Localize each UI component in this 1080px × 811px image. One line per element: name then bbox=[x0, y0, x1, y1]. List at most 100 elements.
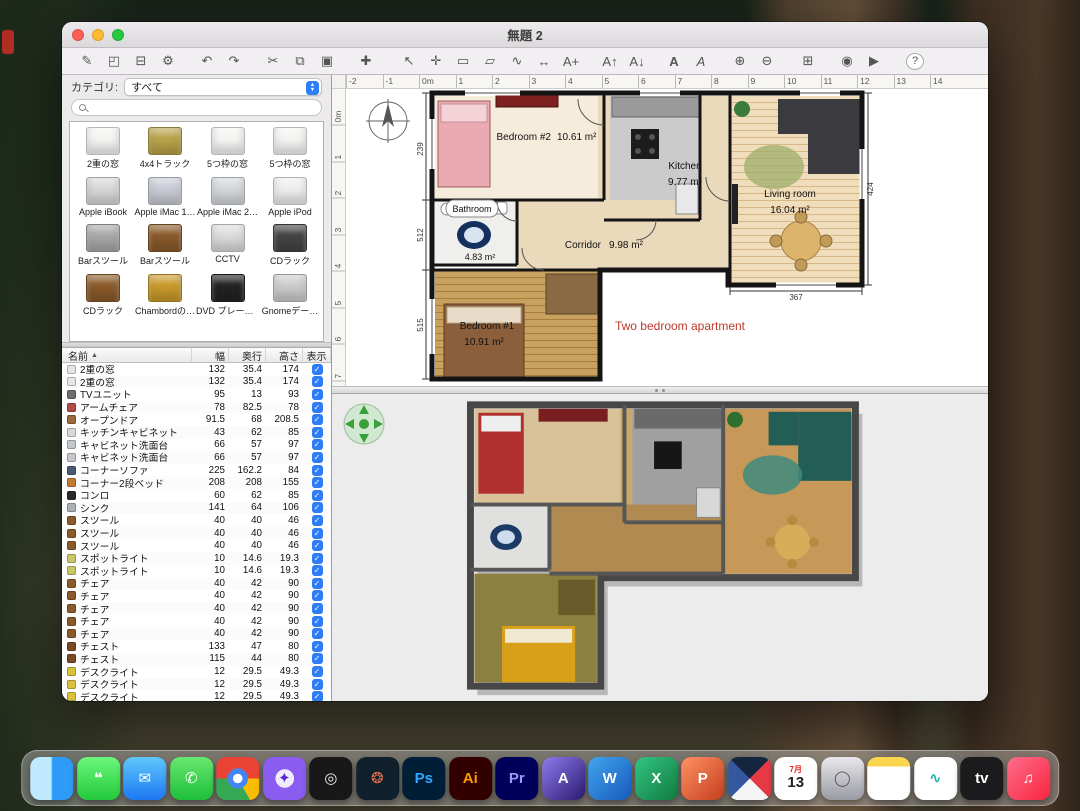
create-video-button[interactable]: ▶ bbox=[865, 51, 883, 71]
search-input[interactable] bbox=[91, 102, 314, 113]
dock-powerpoint[interactable]: P bbox=[681, 757, 724, 800]
fridge[interactable] bbox=[676, 184, 698, 214]
visible-checkbox[interactable]: ✓ bbox=[312, 666, 323, 677]
dock-davinci-resolve[interactable]: ❂ bbox=[356, 757, 399, 800]
plant[interactable] bbox=[734, 101, 750, 117]
column-width[interactable]: 幅 bbox=[192, 348, 229, 362]
table-row[interactable]: チェア 40 42 90 ✓ bbox=[62, 615, 331, 628]
table-row[interactable]: スツール 40 40 46 ✓ bbox=[62, 527, 331, 540]
tv[interactable] bbox=[732, 184, 738, 224]
visible-checkbox[interactable]: ✓ bbox=[312, 616, 323, 627]
dining-table[interactable] bbox=[781, 221, 821, 261]
dock-apple-tv[interactable]: tv bbox=[960, 757, 1003, 800]
catalog-item[interactable]: DVD プレーヤ… bbox=[196, 274, 259, 317]
dock-red-blue-app[interactable] bbox=[728, 757, 771, 800]
visible-checkbox[interactable]: ✓ bbox=[312, 465, 323, 476]
redo-button[interactable]: ↷ bbox=[225, 51, 243, 71]
add-text-button[interactable]: A+ bbox=[562, 51, 580, 71]
create-walls-button[interactable]: ▭ bbox=[454, 51, 472, 71]
dock-excel[interactable]: X bbox=[635, 757, 678, 800]
dock-word[interactable]: W bbox=[588, 757, 631, 800]
dock-music[interactable]: ♫ bbox=[1007, 757, 1050, 800]
catalog-item[interactable]: Apple iPod bbox=[259, 177, 321, 217]
dock-final-cut-pro[interactable]: ✦ bbox=[263, 757, 306, 800]
table-row[interactable]: アームチェア 78 82.5 78 ✓ bbox=[62, 401, 331, 414]
pan-tool-button[interactable]: ✛ bbox=[427, 51, 445, 71]
3d-navigation-compass[interactable] bbox=[342, 402, 386, 446]
bold-button[interactable]: A bbox=[665, 51, 683, 71]
visible-checkbox[interactable]: ✓ bbox=[312, 565, 323, 576]
column-height[interactable]: 高さ bbox=[266, 348, 303, 362]
catalog-item[interactable]: Barスツール bbox=[72, 224, 134, 267]
column-visible[interactable]: 表示 bbox=[303, 348, 331, 362]
table-row[interactable]: シンク 141 64 106 ✓ bbox=[62, 502, 331, 515]
dock-calendar[interactable]: 7月 13 bbox=[774, 757, 817, 800]
table-row[interactable]: スポットライト 10 14.6 19.3 ✓ bbox=[62, 565, 331, 578]
column-name[interactable]: 名前 ▲ bbox=[62, 348, 192, 362]
table-row[interactable]: スポットライト 10 14.6 19.3 ✓ bbox=[62, 552, 331, 565]
catalog-item[interactable]: CDラック bbox=[259, 224, 321, 267]
dock-finder[interactable] bbox=[30, 757, 73, 800]
open-home-button[interactable]: ◰ bbox=[105, 51, 123, 71]
visible-checkbox[interactable]: ✓ bbox=[312, 679, 323, 690]
visible-checkbox[interactable]: ✓ bbox=[312, 389, 323, 400]
select-tool-button[interactable]: ↖ bbox=[400, 51, 418, 71]
dock-notes[interactable] bbox=[867, 757, 910, 800]
catalog-item[interactable]: Chambordの… bbox=[134, 274, 196, 317]
floor-plan-svg[interactable]: 239 512 515 424 367 Bedroom #2 10.61 m² … bbox=[346, 89, 988, 386]
table-row[interactable]: スツール 40 40 46 ✓ bbox=[62, 539, 331, 552]
table-row[interactable]: キャビネット洗面台 66 57 97 ✓ bbox=[62, 451, 331, 464]
preferences-button[interactable]: ⚙ bbox=[159, 51, 177, 71]
visible-checkbox[interactable]: ✓ bbox=[312, 578, 323, 589]
plan-view[interactable]: -2-10m1234567891011121314 0m1234567 bbox=[332, 75, 988, 386]
add-furniture-button[interactable]: ✚ bbox=[357, 51, 375, 71]
dock-mail[interactable]: ✉ bbox=[123, 757, 166, 800]
catalog-item[interactable]: 2重の窓 bbox=[72, 127, 134, 170]
zoom-button[interactable] bbox=[112, 29, 124, 41]
3d-scene-svg[interactable] bbox=[332, 394, 988, 701]
catalog-item[interactable]: Apple iMac 2… bbox=[196, 177, 259, 217]
table-row[interactable]: チェア 40 42 90 ✓ bbox=[62, 602, 331, 615]
table-row[interactable]: コンロ 60 62 85 ✓ bbox=[62, 489, 331, 502]
table-row[interactable]: チェスト 115 44 80 ✓ bbox=[62, 653, 331, 666]
search-field[interactable] bbox=[71, 99, 322, 116]
visible-checkbox[interactable]: ✓ bbox=[312, 364, 323, 375]
plan-canvas[interactable]: 239 512 515 424 367 Bedroom #2 10.61 m² … bbox=[346, 89, 988, 386]
create-dimensions-button[interactable]: ↔ bbox=[535, 51, 553, 71]
chest[interactable] bbox=[546, 274, 598, 314]
table-row[interactable]: オープンドア 91.5 68 208.5 ✓ bbox=[62, 413, 331, 426]
undo-button[interactable]: ↶ bbox=[198, 51, 216, 71]
catalog-item[interactable]: 5つ枠の窓 bbox=[259, 127, 321, 170]
dock-illustrator[interactable]: Ai bbox=[449, 757, 492, 800]
visible-checkbox[interactable]: ✓ bbox=[312, 653, 323, 664]
create-rooms-button[interactable]: ▱ bbox=[481, 51, 499, 71]
italic-button[interactable]: A bbox=[692, 51, 710, 71]
visible-checkbox[interactable]: ✓ bbox=[312, 502, 323, 513]
dock-waveform-app[interactable]: ∿ bbox=[914, 757, 957, 800]
visible-checkbox[interactable]: ✓ bbox=[312, 452, 323, 463]
table-row[interactable]: 2重の窓 132 35.4 174 ✓ bbox=[62, 376, 331, 389]
visible-checkbox[interactable]: ✓ bbox=[312, 376, 323, 387]
copy-button[interactable]: ⧉ bbox=[291, 51, 309, 71]
visible-checkbox[interactable]: ✓ bbox=[312, 628, 323, 639]
dock-premiere-pro[interactable]: Pr bbox=[495, 757, 538, 800]
stove[interactable] bbox=[631, 129, 659, 159]
table-row[interactable]: コーナーソファ 225 162.2 84 ✓ bbox=[62, 464, 331, 477]
dock-messages[interactable]: ❝ bbox=[77, 757, 120, 800]
visible-checkbox[interactable]: ✓ bbox=[312, 490, 323, 501]
zoom-in-button[interactable]: ⊕ bbox=[731, 51, 749, 71]
view-3d[interactable] bbox=[332, 394, 988, 701]
visible-checkbox[interactable]: ✓ bbox=[312, 402, 323, 413]
dock-facetime[interactable]: ✆ bbox=[170, 757, 213, 800]
table-row[interactable]: チェア 40 42 90 ✓ bbox=[62, 590, 331, 603]
visible-checkbox[interactable]: ✓ bbox=[312, 528, 323, 539]
visible-checkbox[interactable]: ✓ bbox=[312, 553, 323, 564]
create-polylines-button[interactable]: ∿ bbox=[508, 51, 526, 71]
plan-compass[interactable] bbox=[366, 99, 410, 143]
table-row[interactable]: デスクライト 12 29.5 49.3 ✓ bbox=[62, 665, 331, 678]
help-button[interactable]: ? bbox=[906, 53, 924, 70]
decrease-text-size-button[interactable]: A↓ bbox=[628, 51, 646, 71]
catalog-item[interactable]: Barスツール bbox=[134, 224, 196, 267]
table-row[interactable]: デスクライト 12 29.5 49.3 ✓ bbox=[62, 690, 331, 701]
catalog-item[interactable]: Gnomeデー… bbox=[259, 274, 321, 317]
